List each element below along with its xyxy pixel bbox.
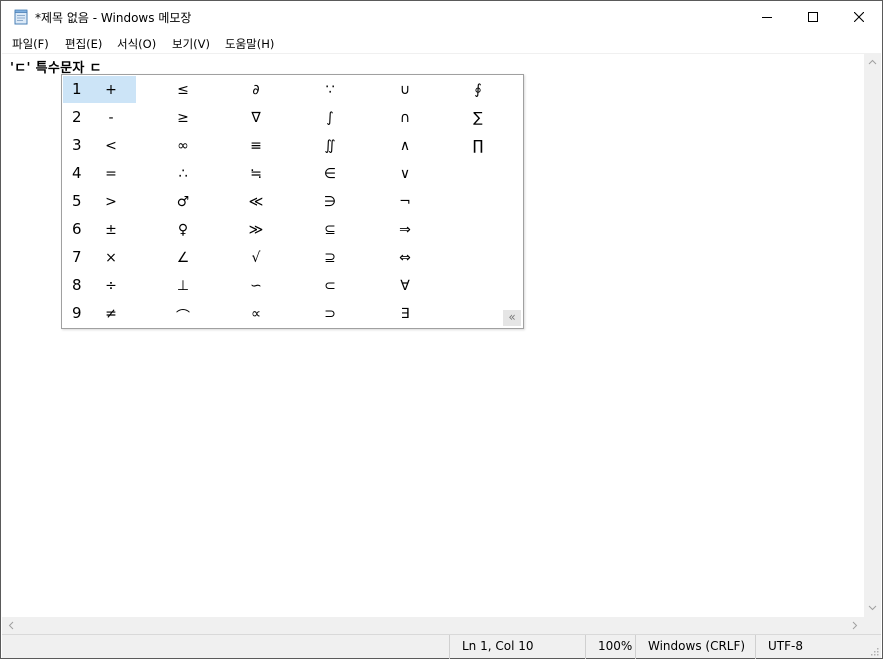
notepad-window: *제목 없음 - Windows 메모장 파일(F) 편집(E) 서식(O) 보… [0, 0, 883, 659]
ime-candidate-item[interactable]: ∝ [241, 306, 271, 322]
menu-bar: 파일(F) 편집(E) 서식(O) 보기(V) 도움말(H) [1, 33, 882, 53]
ime-candidate-item[interactable]: ∠ [168, 250, 198, 266]
scroll-right-icon[interactable] [852, 621, 858, 630]
close-icon [854, 12, 864, 22]
ime-candidate-item[interactable]: > [96, 194, 126, 210]
ime-candidate-item[interactable]: ∂ [241, 82, 271, 98]
ime-candidate-item[interactable]: ∑ [463, 110, 493, 126]
ime-candidate-item[interactable]: ≠ [96, 306, 126, 322]
ime-candidate-item[interactable]: √ [241, 250, 271, 266]
ime-row-number: 1 [72, 80, 82, 98]
ime-row-number: 2 [72, 108, 82, 126]
ime-candidate-item[interactable]: ∴ [168, 166, 198, 182]
ime-candidate-item[interactable]: < [96, 138, 126, 154]
ime-candidate-item[interactable]: ∞ [168, 138, 198, 154]
ime-candidate-item[interactable]: ∨ [390, 166, 420, 182]
status-position: Ln 1, Col 10 [449, 635, 585, 659]
ime-candidate-item[interactable]: ∪ [390, 82, 420, 98]
ime-row-number: 4 [72, 164, 82, 182]
maximize-button[interactable] [790, 1, 836, 33]
ime-candidate-item[interactable]: ∫ [315, 110, 345, 126]
status-line-ending: Windows (CRLF) [635, 635, 755, 659]
ime-candidate-item[interactable]: ≫ [241, 222, 271, 238]
ime-candidate-item[interactable]: ♀ [168, 222, 198, 238]
status-bar: Ln 1, Col 10 100% Windows (CRLF) UTF-8 [2, 634, 881, 659]
ime-candidate-item[interactable]: ≥ [168, 110, 198, 126]
minimize-button[interactable] [744, 1, 790, 33]
close-button[interactable] [836, 1, 882, 33]
window-title: *제목 없음 - Windows 메모장 [35, 11, 192, 25]
ime-candidate-item[interactable]: ≒ [241, 166, 271, 182]
ime-candidate-item[interactable]: ⊇ [315, 250, 345, 266]
status-encoding: UTF-8 [755, 635, 875, 659]
ime-candidate-item[interactable]: ∏ [463, 138, 493, 154]
ime-candidate-item[interactable]: ⇒ [390, 222, 420, 238]
menu-edit[interactable]: 편집(E) [65, 36, 102, 52]
resize-grip-icon[interactable] [869, 646, 879, 656]
double-chevron-left-icon[interactable]: « [503, 310, 521, 326]
ime-row-number: 6 [72, 220, 82, 238]
ime-candidate-item[interactable]: ∬ [315, 138, 345, 154]
ime-row-number: 3 [72, 136, 82, 154]
ime-candidate-item[interactable]: ∋ [315, 194, 345, 210]
title-bar[interactable]: *제목 없음 - Windows 메모장 [1, 1, 882, 33]
notepad-icon [14, 9, 28, 25]
ime-candidate-item[interactable]: ⊥ [168, 278, 198, 294]
menu-format[interactable]: 서식(O) [117, 36, 156, 52]
ime-candidate-item[interactable]: ⌒ [168, 306, 198, 326]
ime-row-number: 9 [72, 304, 82, 322]
ime-row-number: 8 [72, 276, 82, 294]
ime-candidate-item[interactable]: ∀ [390, 278, 420, 294]
menu-view[interactable]: 보기(V) [172, 36, 210, 52]
ime-candidate-item[interactable]: ⇔ [390, 250, 420, 266]
ime-candidate-item[interactable]: ∧ [390, 138, 420, 154]
ime-row-number: 7 [72, 248, 82, 266]
ime-candidate-item[interactable]: ¬ [390, 194, 420, 210]
ime-candidate-item[interactable]: - [96, 110, 126, 126]
ime-candidate-item[interactable]: ∵ [315, 82, 345, 98]
ime-candidate-item[interactable]: = [96, 166, 126, 182]
ime-candidate-item[interactable]: ≪ [241, 194, 271, 210]
ime-candidate-item[interactable]: ∮ [463, 82, 493, 98]
ime-candidate-item[interactable]: ∩ [390, 110, 420, 126]
scroll-down-icon[interactable] [868, 605, 877, 611]
ime-candidate-item[interactable]: ⊂ [315, 278, 345, 294]
ime-candidate-item[interactable]: ∃ [390, 306, 420, 322]
status-zoom: 100% [585, 635, 635, 659]
scroll-left-icon[interactable] [8, 621, 14, 630]
ime-row-number: 5 [72, 192, 82, 210]
scrollbar-corner [864, 617, 881, 634]
ime-candidate-window: « 1 + ≤ ∂ ∵ ∪ ∮ 2- ≥ ∇ ∫ ∩ ∑ 3 < ∞ ≡ ∬ ∧ ∏ 4 = ∴ ≒ ∈ ∨ 5 > ♂ ≪ ∋ ¬ 6 ± ♀ ≫ ⊆… [61, 74, 524, 329]
ime-candidate-item[interactable]: ∇ [241, 110, 271, 126]
ime-candidate-item[interactable]: ⊆ [315, 222, 345, 238]
ime-candidate-item[interactable]: ∈ [315, 166, 345, 182]
ime-candidate-item[interactable]: ≡ [241, 138, 271, 154]
ime-candidate-item[interactable]: + [96, 82, 126, 98]
ime-candidate-item[interactable]: ♂ [168, 194, 198, 210]
menu-help[interactable]: 도움말(H) [225, 36, 274, 52]
maximize-icon [808, 12, 818, 22]
horizontal-scrollbar[interactable] [2, 617, 864, 634]
ime-candidate-item[interactable]: ∽ [241, 278, 271, 294]
ime-candidate-item[interactable]: ⊃ [315, 306, 345, 322]
ime-candidate-item[interactable]: × [96, 250, 126, 266]
menu-file[interactable]: 파일(F) [12, 36, 49, 52]
ime-candidate-item[interactable]: ± [96, 222, 126, 238]
minimize-icon [762, 17, 772, 18]
ime-candidate-item[interactable]: ≤ [168, 82, 198, 98]
ime-candidate-item[interactable]: ÷ [96, 278, 126, 294]
vertical-scrollbar[interactable] [864, 53, 881, 617]
scroll-up-icon[interactable] [868, 59, 877, 65]
